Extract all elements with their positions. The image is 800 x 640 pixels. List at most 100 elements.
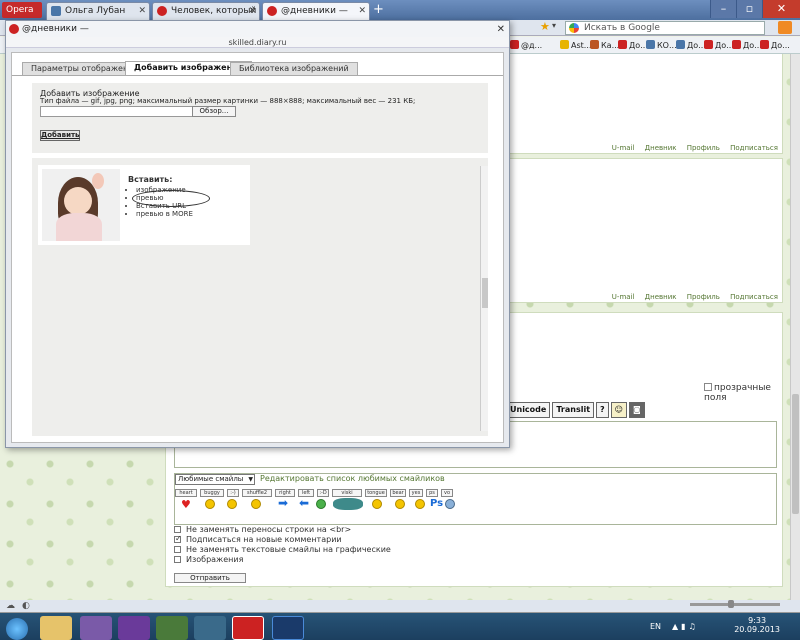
diary-icon <box>267 6 277 16</box>
edit-smiles-link[interactable]: Редактировать список любимых смайликов <box>260 474 445 483</box>
smiley-icon[interactable] <box>372 499 382 509</box>
window-controls: – ▫ ✕ <box>710 0 800 20</box>
checkbox[interactable] <box>704 383 712 391</box>
smile-tag[interactable]: buggy <box>200 489 224 497</box>
insert-preview-more-link[interactable]: превью в MORE <box>136 210 193 218</box>
favorite-smiles-select[interactable]: Любимые смайлы <box>175 474 255 485</box>
help-button[interactable]: ? <box>596 402 609 418</box>
minimize-icon[interactable]: – <box>710 0 736 18</box>
heart-icon[interactable]: ♥ <box>181 498 191 511</box>
gallery-scrollbar[interactable] <box>480 166 488 431</box>
smiley-icon[interactable] <box>316 499 326 509</box>
tab-image-library[interactable]: Библиотека изображений <box>230 62 358 75</box>
photoshop-icon[interactable]: Ps <box>430 498 443 509</box>
bookmark-item[interactable]: До... <box>704 40 734 50</box>
smile-tag[interactable]: :-) <box>227 489 239 497</box>
smile-tag[interactable]: ps <box>426 489 438 497</box>
profile-links[interactable]: U-mail Дневник Профиль Подписаться <box>612 293 778 301</box>
transparent-fields-checkbox[interactable]: прозрачные поля <box>704 383 782 403</box>
visual-studio-icon[interactable] <box>118 616 150 640</box>
zoom-slider-thumb[interactable] <box>728 600 734 608</box>
time: 9:33 <box>748 616 767 625</box>
scrollbar-thumb[interactable] <box>792 394 799 514</box>
maximize-icon[interactable]: ▫ <box>736 0 762 18</box>
chevron-down-icon[interactable]: ▾ <box>552 21 556 30</box>
star-icon[interactable]: ★ <box>540 20 550 33</box>
bookmark-item[interactable]: @д... <box>510 40 542 50</box>
smile-tag[interactable]: heart <box>175 489 197 497</box>
browser-tab-1[interactable]: Ольга Лубан ✕ <box>46 2 150 20</box>
smiley-icon[interactable] <box>251 499 261 509</box>
smile-tag[interactable]: yes <box>409 489 423 497</box>
smile-tag[interactable]: shuffle2 <box>242 489 272 497</box>
diary-icon <box>510 40 519 49</box>
smiley-icon[interactable] <box>395 499 405 509</box>
smiley-icon[interactable] <box>333 498 363 510</box>
page-scrollbar[interactable] <box>790 54 800 600</box>
date: 20.09.2013 <box>734 625 780 634</box>
smile-tag[interactable]: bear <box>390 489 406 497</box>
smile-tag[interactable]: tongue <box>365 489 387 497</box>
cloud-icon[interactable]: ☁ <box>6 601 15 611</box>
bookmark-item[interactable]: До... <box>618 40 648 50</box>
smile-tag[interactable]: :-D <box>317 489 329 497</box>
app-icon[interactable] <box>80 616 112 640</box>
bookmark-item[interactable]: До... <box>676 40 706 50</box>
arrow-right-icon[interactable]: ➡ <box>278 496 288 510</box>
camera-icon[interactable]: ◙ <box>629 402 645 418</box>
speed-dial-icon[interactable]: ◐ <box>22 601 30 611</box>
translit-button[interactable]: Translit <box>552 402 595 418</box>
browser-tab-3[interactable]: @дневники — ✕ <box>262 2 370 20</box>
checkbox[interactable] <box>174 534 182 544</box>
browse-button[interactable]: Обзор... <box>192 106 236 117</box>
tray-icons[interactable]: ▲▮♫ <box>672 622 699 631</box>
checkbox[interactable] <box>174 556 181 563</box>
format-toolbar: Unicode Translit ? ☺ ◙ <box>506 402 645 418</box>
bookmark-item[interactable]: До... <box>732 40 762 50</box>
app-icon[interactable] <box>194 616 226 640</box>
profile-links[interactable]: U-mail Дневник Профиль Подписаться <box>612 144 778 152</box>
photoshop-icon[interactable] <box>272 616 304 640</box>
language-indicator[interactable]: EN <box>650 622 661 631</box>
scrollbar-thumb[interactable] <box>482 278 488 308</box>
option-no-smiles[interactable]: Не заменять текстовые смайлы на графичес… <box>174 545 391 555</box>
bookmark-item[interactable]: До... <box>760 40 790 50</box>
checkbox[interactable] <box>174 526 181 533</box>
add-button[interactable]: Добавить <box>40 130 80 141</box>
clock[interactable]: 9:33 20.09.2013 <box>734 616 780 634</box>
option-no-br[interactable]: Не заменять переносы строки на <br> <box>174 525 391 535</box>
smiley-icon[interactable] <box>415 499 425 509</box>
new-tab-button[interactable]: + <box>373 2 384 18</box>
smiley-icon[interactable] <box>445 499 455 509</box>
option-subscribe[interactable]: Подписаться на новые комментарии <box>174 534 391 545</box>
start-button[interactable] <box>6 618 28 640</box>
explorer-icon[interactable] <box>40 616 72 640</box>
image-thumbnail[interactable] <box>42 169 120 241</box>
smiley-icon[interactable] <box>205 499 215 509</box>
close-icon[interactable]: ✕ <box>248 3 256 19</box>
checkbox[interactable] <box>174 546 181 553</box>
zoom-slider[interactable] <box>690 600 780 608</box>
bookmark-item[interactable]: Ast... <box>560 40 591 50</box>
search-input[interactable]: Искать в Google <box>565 21 765 35</box>
smile-tag[interactable]: viski <box>332 489 362 497</box>
unicode-button[interactable]: Unicode <box>506 402 551 418</box>
close-icon[interactable]: ✕ <box>138 3 146 19</box>
bookmark-item[interactable]: КО... <box>646 40 677 50</box>
opera-menu-button[interactable]: Opera <box>2 2 42 18</box>
arrow-left-icon[interactable]: ⬅ <box>299 496 309 510</box>
close-icon[interactable]: ✕ <box>497 22 505 38</box>
smile-icon[interactable]: ☺ <box>610 402 627 418</box>
insert-label: Вставить: <box>128 175 173 184</box>
option-images[interactable]: Изображения <box>174 555 391 565</box>
smiley-icon[interactable] <box>227 499 237 509</box>
bookmark-item[interactable]: Ка... <box>590 40 619 50</box>
browser-tab-2[interactable]: Человек, который под... ✕ <box>152 2 260 20</box>
close-window-icon[interactable]: ✕ <box>762 0 800 18</box>
close-icon[interactable]: ✕ <box>358 3 366 19</box>
app-icon[interactable] <box>156 616 188 640</box>
smile-tag[interactable]: vo <box>441 489 453 497</box>
opera-icon[interactable] <box>232 616 264 640</box>
odnoklassniki-icon[interactable] <box>778 21 792 34</box>
send-button[interactable]: Отправить <box>174 573 246 583</box>
